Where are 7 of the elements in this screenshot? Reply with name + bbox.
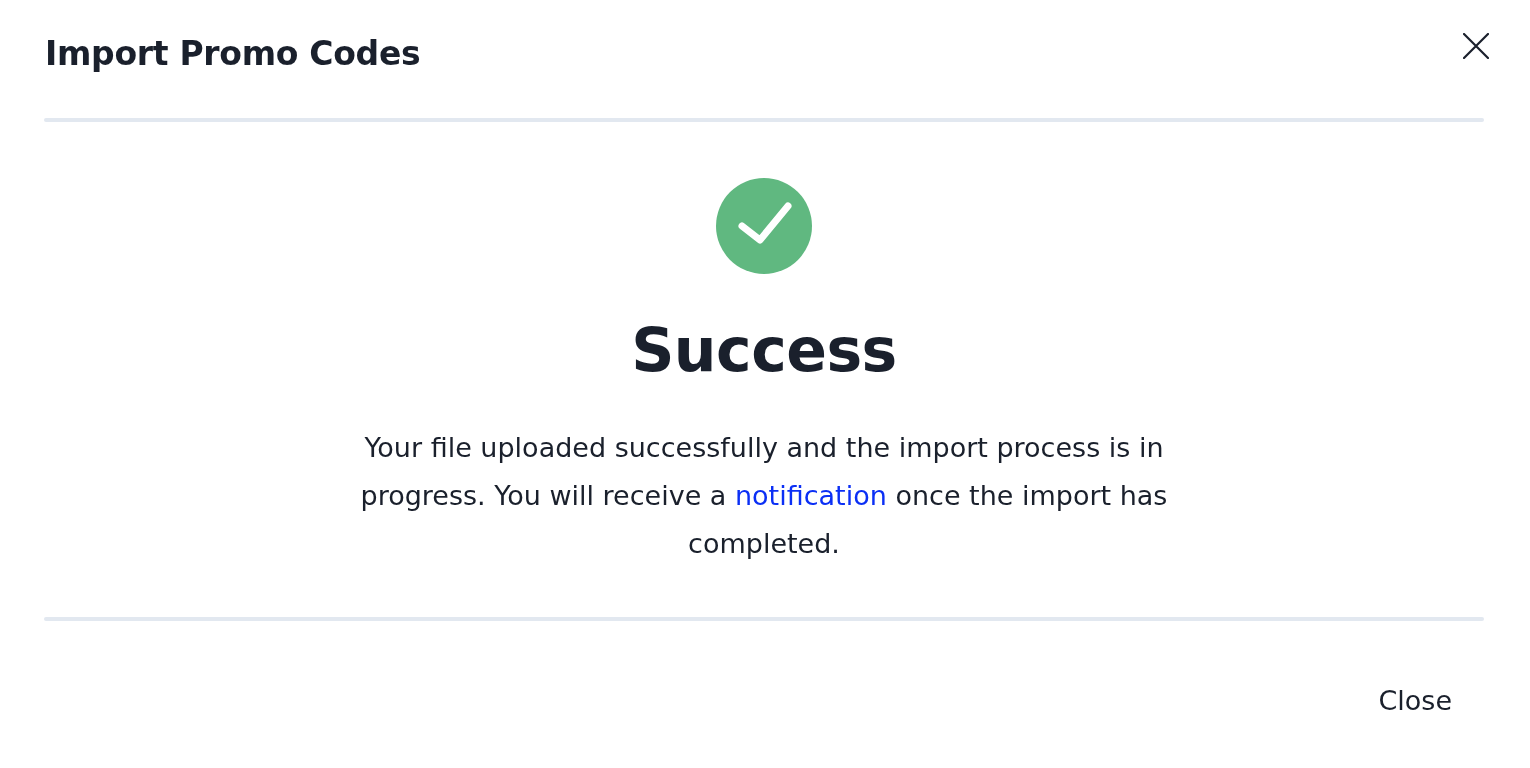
dialog-title: Import Promo Codes: [45, 34, 421, 74]
status-message: Your file uploaded successfully and the import process is in progress. You will receive a notification once the import has completed.: [359, 431, 1169, 561]
close-icon[interactable]: [1463, 33, 1489, 59]
status-heading: Success: [631, 314, 897, 387]
notification-link[interactable]: notification: [734, 480, 887, 511]
close-button[interactable]: Close: [1346, 677, 1484, 724]
check-circle-icon: [716, 178, 812, 274]
